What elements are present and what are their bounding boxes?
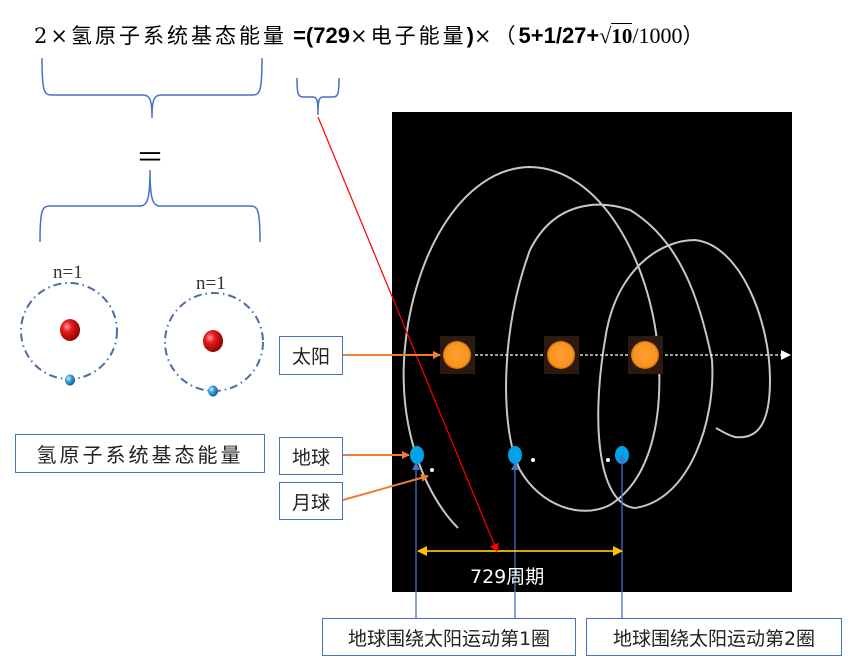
brace-lhs-top bbox=[41, 57, 263, 119]
proton-icon bbox=[203, 330, 223, 352]
sun-icon bbox=[544, 336, 579, 374]
period-label: 729周期 bbox=[470, 566, 545, 588]
orbit-box-lap-2: 地球围绕太阳运动第2圈 bbox=[586, 618, 842, 656]
moon-icon bbox=[430, 468, 434, 472]
callout-moon: 月球 bbox=[279, 482, 343, 520]
orbit-label-n1: n=1 bbox=[53, 262, 83, 283]
electron-icon bbox=[65, 374, 75, 386]
sun-icon bbox=[628, 336, 663, 374]
hydrogen-atom-1 bbox=[20, 282, 118, 386]
proton-icon bbox=[60, 319, 80, 341]
earth-icon bbox=[410, 446, 424, 464]
hydrogen-ground-state-label: 氢原子系统基态能量 bbox=[15, 434, 265, 473]
equal-sign: ＝ bbox=[136, 141, 165, 174]
brace-729 bbox=[296, 77, 340, 116]
moon-icon bbox=[531, 458, 535, 462]
moon-icon bbox=[606, 458, 610, 462]
electron-icon bbox=[208, 385, 218, 397]
sun-icon bbox=[440, 336, 475, 374]
earth-icon bbox=[508, 446, 522, 464]
brace-lhs-bottom bbox=[39, 169, 261, 243]
orbit-label-n1: n=1 bbox=[196, 273, 226, 294]
callout-sun: 太阳 bbox=[279, 336, 343, 375]
callout-earth: 地球 bbox=[279, 437, 343, 475]
hydrogen-atom-2 bbox=[164, 292, 264, 397]
diagram-canvas bbox=[20, 57, 792, 620]
orbit-box-lap-1: 地球围绕太阳运动第1圈 bbox=[322, 618, 576, 656]
